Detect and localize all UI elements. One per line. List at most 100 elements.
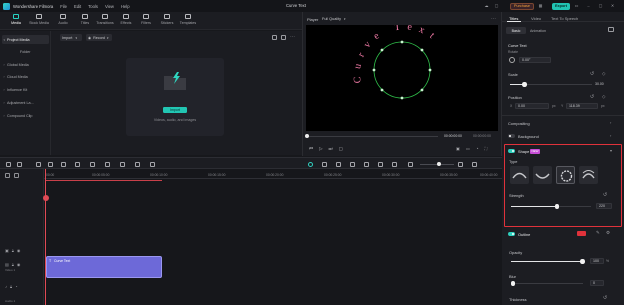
maximize-icon[interactable]: ▢ xyxy=(598,3,603,8)
shield-icon[interactable] xyxy=(336,161,341,167)
eye-icon[interactable]: ◉ xyxy=(17,248,21,253)
eye-icon[interactable]: ◉ xyxy=(17,262,21,267)
close-icon[interactable]: ✕ xyxy=(610,3,615,8)
more-tools-icon[interactable] xyxy=(150,161,155,167)
tool-stickers[interactable]: Stickers xyxy=(156,14,178,29)
rotate-field[interactable]: 0.00° xyxy=(519,57,551,63)
subtab-basic[interactable]: Basic xyxy=(506,27,526,34)
reset-icon[interactable]: ↺ xyxy=(603,295,607,301)
purchase-button[interactable]: Purchase xyxy=(510,2,534,10)
grid-icon[interactable]: ▦ xyxy=(538,3,543,8)
shape-toggle[interactable] xyxy=(508,149,515,153)
snap-icon[interactable] xyxy=(392,161,397,167)
subtab-animation[interactable]: Animation xyxy=(530,29,546,33)
mic-icon[interactable] xyxy=(350,161,355,167)
tool-filters[interactable]: Filters xyxy=(135,14,157,29)
render-icon[interactable] xyxy=(308,161,313,167)
ai-cut-icon[interactable] xyxy=(378,161,383,167)
transform-handle[interactable] xyxy=(380,48,384,52)
strength-field[interactable]: 220 xyxy=(596,203,612,209)
chevron-right-icon[interactable]: › xyxy=(610,120,611,125)
cut-icon[interactable] xyxy=(75,161,80,167)
layout-icon[interactable]: ▭ xyxy=(574,3,579,8)
preview-canvas[interactable]: Curve Text xyxy=(306,25,498,131)
outline-toggle[interactable] xyxy=(508,232,515,236)
transform-handle[interactable] xyxy=(400,96,404,100)
delete-icon[interactable] xyxy=(61,161,66,167)
step-back-icon[interactable]: ⏮ xyxy=(309,146,313,152)
import-drop-zone[interactable]: Import Videos, audio, and images xyxy=(126,58,224,136)
link-icon[interactable] xyxy=(14,173,19,178)
fullscreen-icon[interactable]: ⛶ xyxy=(484,146,487,151)
notification-icon[interactable]: ▢ xyxy=(494,3,499,8)
volume-icon[interactable]: ◔ xyxy=(476,146,479,151)
menu-edit[interactable]: Edit xyxy=(74,4,81,9)
playhead-handle[interactable] xyxy=(42,195,49,201)
add-track-icon[interactable] xyxy=(5,173,10,178)
outline-color-swatch[interactable] xyxy=(577,231,586,236)
chevron-down-icon[interactable]: ▾ xyxy=(610,148,612,153)
keyframe-icon[interactable]: ◇ xyxy=(602,71,605,77)
tts-icon[interactable] xyxy=(364,161,369,167)
sidebar-item-folder[interactable]: Folder xyxy=(2,47,49,56)
lock-icon[interactable]: 🔒︎ xyxy=(12,248,14,253)
sidebar-item-cloud-media[interactable]: › Cloud Media xyxy=(2,72,49,81)
export-button[interactable]: Export xyxy=(552,2,570,10)
tool-effects[interactable]: Effects xyxy=(115,14,137,29)
shape-type-circle[interactable] xyxy=(556,166,575,184)
quality-dropdown[interactable]: Full Quality ▾ xyxy=(322,16,354,22)
audio-stretch-icon[interactable] xyxy=(90,161,95,167)
tool-stock-media[interactable]: Stock Media xyxy=(28,14,50,29)
strength-slider[interactable] xyxy=(511,204,591,209)
sidebar-item-global-media[interactable]: › Global Media xyxy=(2,60,49,69)
display-icon[interactable]: ▭ xyxy=(466,146,470,151)
grid-view-icon[interactable] xyxy=(281,35,286,40)
step-forward-icon[interactable]: ⏭ xyxy=(329,146,333,152)
tab-text-to-speech[interactable]: Text To Speech xyxy=(551,16,578,21)
grid-icon[interactable] xyxy=(472,161,477,167)
layout-icon[interactable] xyxy=(6,161,11,167)
curve-text-clip[interactable]: T Curve Text xyxy=(46,256,162,278)
tool-media[interactable]: Media xyxy=(5,14,27,29)
zoom-out-icon[interactable] xyxy=(408,161,413,167)
pos-y-field[interactable]: 118.39 xyxy=(566,103,598,109)
lock-icon[interactable]: 🔒︎ xyxy=(12,262,14,267)
transform-handle[interactable] xyxy=(400,40,404,44)
timeline[interactable] xyxy=(0,169,502,305)
menu-help[interactable]: Help xyxy=(121,4,130,9)
speaker-icon[interactable]: ◔ xyxy=(15,284,17,289)
blur-slider[interactable] xyxy=(511,281,583,286)
playback-progress[interactable] xyxy=(306,136,438,138)
more-icon[interactable]: ⋯ xyxy=(290,34,295,40)
record-dropdown[interactable]: ◉ Record ▾ xyxy=(86,34,112,41)
keyframe-icon[interactable]: ◇ xyxy=(602,94,605,100)
shape-type-arch[interactable] xyxy=(510,166,529,184)
zoom-in-icon[interactable] xyxy=(458,161,463,167)
transform-handle[interactable] xyxy=(380,88,384,92)
select-icon[interactable] xyxy=(17,161,22,167)
shape-type-wave[interactable] xyxy=(533,166,552,184)
sidebar-item-compound-clip[interactable]: › Compound Clip xyxy=(2,111,49,120)
tool-templates[interactable]: Templates xyxy=(176,14,200,29)
reset-icon[interactable]: ↺ xyxy=(590,71,594,77)
opacity-field[interactable]: 100 xyxy=(590,258,604,264)
opacity-slider[interactable] xyxy=(511,259,585,264)
tool-audio[interactable]: Audio xyxy=(52,14,74,29)
reset-icon[interactable]: ↺ xyxy=(603,192,607,198)
zoom-slider[interactable] xyxy=(420,161,454,166)
pos-x-field[interactable]: 0.00 xyxy=(515,103,549,109)
tab-video[interactable]: Video xyxy=(531,16,541,21)
redo-icon[interactable] xyxy=(48,161,53,167)
menu-view[interactable]: View xyxy=(105,4,114,9)
selected-range[interactable] xyxy=(46,180,162,182)
chevron-right-icon[interactable]: › xyxy=(610,133,611,138)
crop-icon[interactable] xyxy=(105,161,110,167)
sidebar-item-adjustment-layer[interactable]: › Adjustment La... xyxy=(2,98,49,107)
play-icon[interactable]: ▷ xyxy=(319,146,322,152)
filter-icon[interactable] xyxy=(272,35,277,40)
marker-icon[interactable] xyxy=(322,161,327,167)
scale-slider[interactable] xyxy=(510,82,592,87)
background-toggle[interactable] xyxy=(508,134,515,138)
sidebar-item-influence-kit[interactable]: › Influence Kit xyxy=(2,85,49,94)
snapshot-icon[interactable]: ▣ xyxy=(456,146,460,151)
